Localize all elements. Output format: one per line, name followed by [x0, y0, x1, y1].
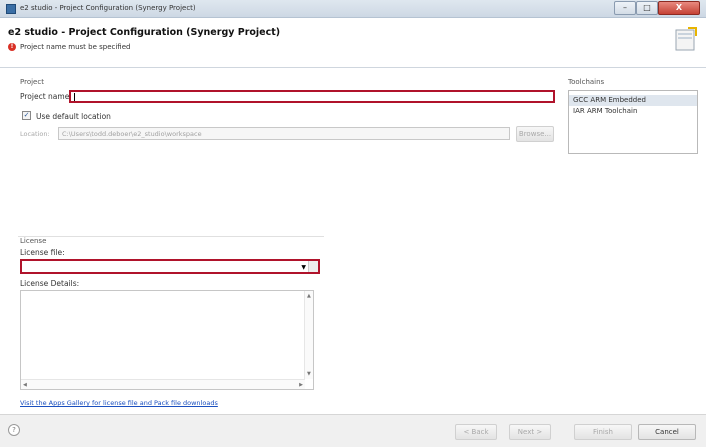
window-title: e2 studio - Project Configuration (Syner… — [20, 4, 196, 12]
error-message-text: Project name must be specified — [20, 43, 131, 51]
scroll-up-icon[interactable]: ▲ — [307, 293, 311, 299]
horizontal-scrollbar[interactable]: ◀ ▶ — [21, 379, 305, 389]
license-details-textarea[interactable]: ▲ ▼ ◀ ▶ — [20, 290, 314, 390]
wizard-header: e2 studio - Project Configuration (Syner… — [0, 18, 706, 68]
license-file-select[interactable]: ▼ — [20, 259, 320, 274]
scroll-right-icon[interactable]: ▶ — [299, 382, 303, 388]
error-message: ! Project name must be specified — [8, 43, 130, 51]
project-section-label: Project — [20, 78, 44, 86]
use-default-location-label: Use default location — [36, 112, 111, 121]
location-label: Location: — [20, 130, 50, 138]
use-default-location-checkbox[interactable]: ✓ — [22, 111, 31, 120]
license-file-browse-handle[interactable] — [308, 261, 318, 272]
finish-button[interactable]: Finish — [574, 424, 632, 440]
license-file-label: License file: — [20, 248, 65, 257]
browse-button[interactable]: Browse... — [516, 126, 554, 142]
wizard-banner-icon — [675, 27, 697, 51]
app-icon — [6, 4, 16, 14]
page-title: e2 studio - Project Configuration (Syner… — [8, 27, 281, 38]
location-input[interactable]: C:\Users\todd.deboer\e2_studio\workspace — [58, 127, 510, 140]
toolchain-item-iar[interactable]: IAR ARM Toolchain — [569, 106, 697, 117]
wizard-footer: ? < Back Next > Finish Cancel — [0, 414, 706, 447]
next-button[interactable]: Next > — [509, 424, 551, 440]
license-details-label: License Details: — [20, 279, 80, 288]
project-name-input[interactable] — [69, 90, 555, 103]
scroll-down-icon[interactable]: ▼ — [307, 371, 311, 377]
apps-gallery-link[interactable]: Visit the Apps Gallery for license file … — [20, 399, 218, 407]
dropdown-arrow-icon: ▼ — [301, 264, 306, 271]
text-caret — [74, 93, 75, 101]
title-bar: e2 studio - Project Configuration (Syner… — [0, 0, 706, 18]
cancel-button[interactable]: Cancel — [638, 424, 696, 440]
toolchains-section-label: Toolchains — [568, 78, 605, 86]
vertical-scrollbar[interactable]: ▲ ▼ — [304, 291, 313, 379]
minimize-button[interactable]: – — [614, 1, 636, 15]
help-icon[interactable]: ? — [8, 424, 20, 436]
close-button[interactable]: X — [658, 1, 700, 15]
scroll-left-icon[interactable]: ◀ — [23, 382, 27, 388]
toolchain-item-gcc[interactable]: GCC ARM Embedded — [569, 95, 697, 106]
back-button[interactable]: < Back — [455, 424, 497, 440]
license-section-label: License — [20, 237, 47, 245]
maximize-button[interactable]: □ — [636, 1, 658, 15]
toolchains-list[interactable]: GCC ARM Embedded IAR ARM Toolchain — [568, 90, 698, 154]
project-name-label: Project name — [20, 92, 70, 101]
error-icon: ! — [8, 43, 16, 51]
